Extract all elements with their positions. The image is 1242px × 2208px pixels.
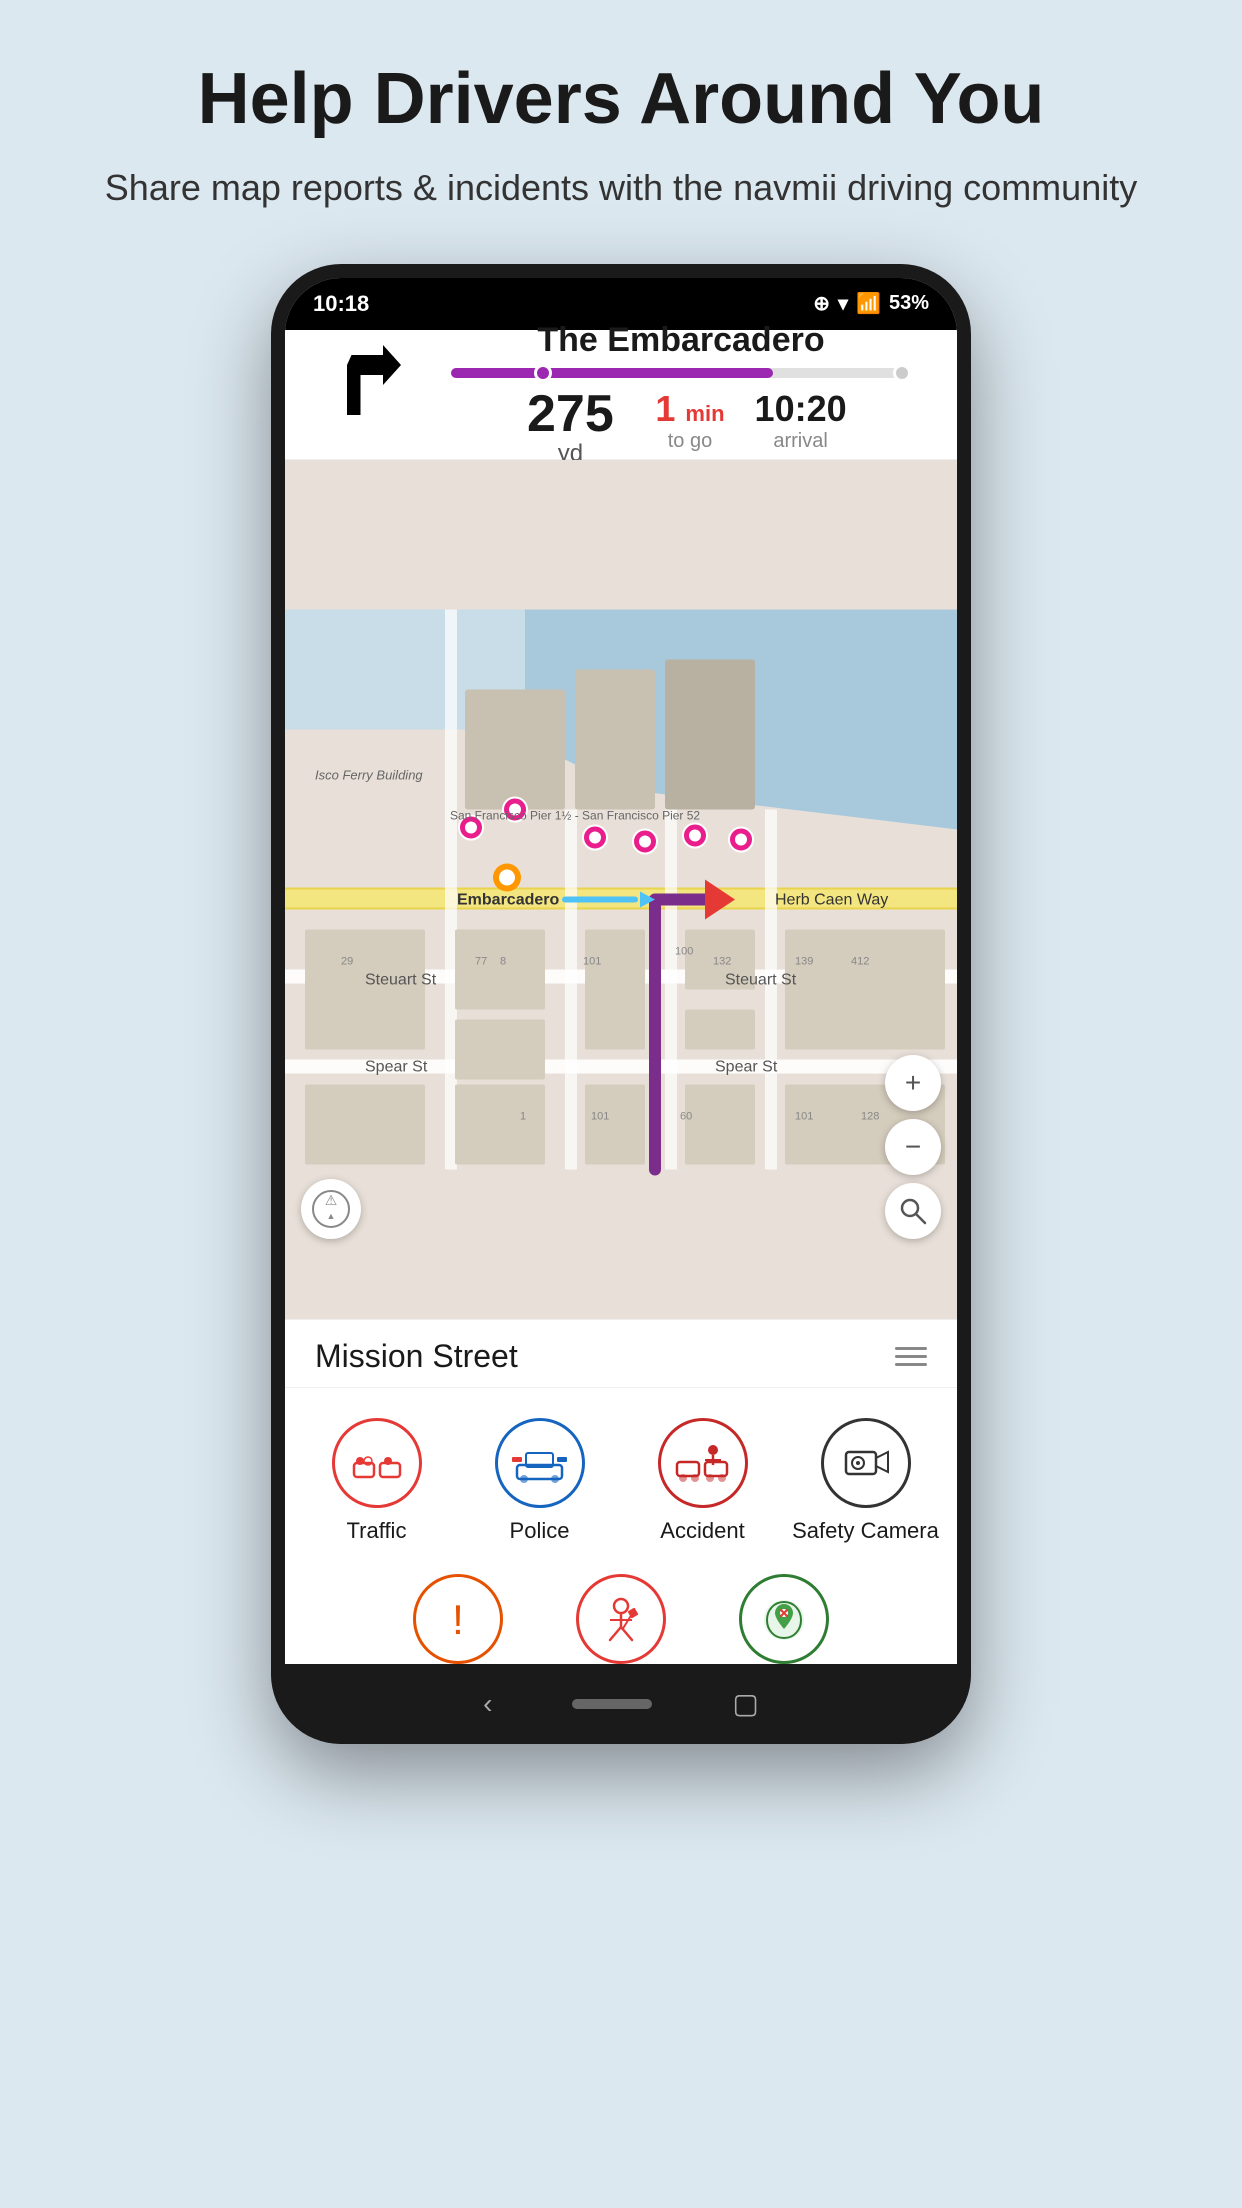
svg-text:101: 101 (795, 1110, 813, 1122)
traffic-icon-circle (332, 1418, 422, 1508)
distance-number: 275 (527, 385, 614, 443)
phone-device: 10:18 ⊕ ▾ 📶 53% Th (271, 264, 971, 2114)
hazard-icon-circle: ! (413, 1574, 503, 1664)
svg-text:8: 8 (500, 955, 506, 967)
home-indicator[interactable] (572, 1699, 652, 1709)
turn-arrow-container (305, 335, 425, 454)
safety-camera-icon-circle (821, 1418, 911, 1508)
progress-bar (451, 368, 912, 378)
svg-text:Herb Caen Way: Herb Caen Way (775, 891, 888, 908)
zoom-in-button[interactable]: + (885, 1055, 941, 1111)
svg-text:Embarcadero: Embarcadero (457, 891, 559, 908)
svg-text:San Francisco Pier 1½ - San Fr: San Francisco Pier 1½ - San Francisco Pi… (450, 808, 700, 822)
svg-text:100: 100 (675, 945, 693, 957)
nav-times: 275 yd 1 min to go 10:20 arriv (515, 388, 846, 468)
svg-text:77: 77 (475, 955, 487, 967)
map-error-icon-circle (739, 1574, 829, 1664)
nav-info: The Embarcadero 275 yd 1 (425, 321, 937, 468)
report-item-traffic[interactable]: Traffic (295, 1408, 458, 1554)
traffic-label: Traffic (347, 1518, 407, 1544)
report-item-safety-camera[interactable]: Safety Camera (784, 1408, 947, 1554)
navigation-header: The Embarcadero 275 yd 1 (285, 330, 957, 460)
signal-icon: ▾ (838, 291, 848, 316)
time-to-go: 1 min to go (655, 388, 724, 468)
map-area[interactable]: Steuart St Steuart St Spear St Spear St … (285, 460, 957, 1319)
svg-text:Steuart St: Steuart St (365, 971, 437, 988)
status-icons: ⊕ ▾ 📶 53% (813, 291, 929, 316)
svg-text:Steuart St: Steuart St (725, 971, 797, 988)
arrival-display: 10:20 arrival (755, 388, 847, 468)
arrival-value: 10:20 (755, 388, 847, 430)
phone-screen: 10:18 ⊕ ▾ 📶 53% Th (285, 278, 957, 1730)
accident-icon-circle (658, 1418, 748, 1508)
police-label: Police (510, 1518, 570, 1544)
location-icon: ⊕ (813, 291, 830, 316)
page-title: Help Drivers Around You (105, 60, 1137, 139)
turn-left-icon (320, 335, 410, 454)
page-subtitle: Share map reports & incidents with the n… (105, 163, 1137, 213)
map-svg: Steuart St Steuart St Spear St Spear St … (285, 460, 957, 1319)
svg-text:Isco Ferry Building: Isco Ferry Building (315, 767, 423, 782)
street-name: The Embarcadero (537, 321, 824, 360)
svg-text:!: ! (452, 1596, 464, 1643)
report-grid-row1: Traffic (285, 1388, 957, 1564)
square-button[interactable]: ▢ (732, 1687, 758, 1720)
current-street: Mission Street (315, 1338, 518, 1375)
wifi-icon: 📶 (856, 291, 881, 316)
svg-text:101: 101 (591, 1110, 609, 1122)
back-button[interactable]: ‹ (483, 1688, 492, 1720)
alert-button[interactable]: ⚠ ▲ (301, 1179, 361, 1239)
hamburger-line-1 (895, 1347, 927, 1350)
status-time: 10:18 (313, 291, 369, 317)
arrival-label: arrival (755, 430, 847, 453)
hamburger-line-3 (895, 1363, 927, 1366)
svg-text:128: 128 (861, 1110, 879, 1122)
phone-nav-bar: ‹ ▢ (271, 1664, 971, 1744)
battery-text: 53% (889, 292, 929, 315)
svg-text:101: 101 (583, 955, 601, 967)
safety-camera-label: Safety Camera (792, 1518, 939, 1544)
search-button[interactable] (885, 1183, 941, 1239)
progress-dot-start (534, 364, 552, 382)
zoom-out-button[interactable]: − (885, 1119, 941, 1175)
road-works-icon-circle (576, 1574, 666, 1664)
svg-text:139: 139 (795, 955, 813, 967)
svg-text:132: 132 (713, 955, 731, 967)
svg-text:Spear St: Spear St (365, 1058, 428, 1075)
progress-fill (451, 368, 774, 378)
svg-text:⚠: ⚠ (325, 1192, 338, 1208)
accident-label: Accident (660, 1518, 744, 1544)
svg-text:▲: ▲ (327, 1211, 336, 1221)
svg-text:Spear St: Spear St (715, 1058, 778, 1075)
min-label: min (685, 401, 724, 426)
report-item-police[interactable]: Police (458, 1408, 621, 1554)
progress-dot-end (893, 364, 911, 382)
distance-display: 275 yd (515, 388, 625, 468)
svg-text:60: 60 (680, 1110, 692, 1122)
map-controls: + − (885, 1055, 941, 1239)
svg-text:29: 29 (341, 955, 353, 967)
report-item-accident[interactable]: Accident (621, 1408, 784, 1554)
bottom-panel-header: Mission Street (285, 1320, 957, 1388)
svg-text:1: 1 (520, 1110, 526, 1122)
police-icon-circle (495, 1418, 585, 1508)
time-minutes: 1 min (655, 388, 724, 430)
to-go-label: to go (655, 430, 724, 453)
page-header: Help Drivers Around You Share map report… (25, 0, 1217, 244)
phone-frame: 10:18 ⊕ ▾ 📶 53% Th (271, 264, 971, 1744)
svg-text:412: 412 (851, 955, 869, 967)
hamburger-line-2 (895, 1355, 927, 1358)
menu-button[interactable] (895, 1347, 927, 1366)
